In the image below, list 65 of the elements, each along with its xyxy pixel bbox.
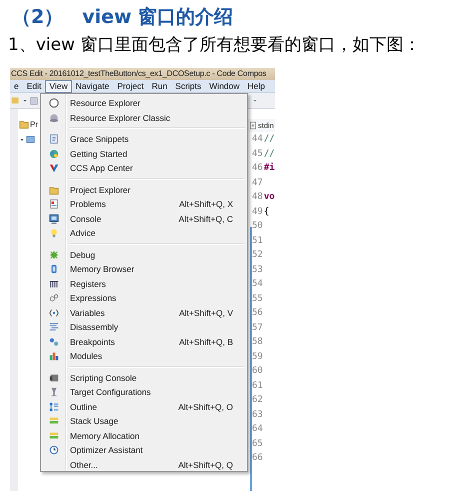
line-number: 54: [252, 278, 263, 291]
line-number: 49: [252, 206, 263, 218]
paragraph: 1、view 窗口里面包含了所有想要看的窗口，如下图：: [8, 35, 420, 55]
line-number: 45: [252, 148, 263, 160]
window-title: CCS Edit - 20161012_testTheButton/cs_ex1_DCOSetup.c - Code Compos: [10, 68, 275, 80]
line-number: 53: [252, 264, 263, 276]
menu-item[interactable]: Run: [148, 80, 172, 92]
menu-item[interactable]: Advice: [43, 226, 245, 240]
menu-item[interactable]: Resource Explorer: [43, 96, 245, 110]
menu-item[interactable]: Window: [205, 80, 244, 92]
line-number: 63: [252, 408, 263, 422]
menu-item[interactable]: Project Explorer: [43, 182, 245, 197]
line-number: 56: [252, 307, 263, 320]
menu-item[interactable]: Problems Alt+Shift+Q, X: [43, 197, 245, 212]
code-text: vo: [264, 191, 275, 204]
line-number: 62: [252, 394, 263, 407]
code-text: //: [264, 148, 275, 160]
menu-item[interactable]: Stack Usage: [43, 414, 245, 428]
menu-item[interactable]: Help: [244, 80, 269, 92]
line-number: 55: [252, 292, 263, 306]
menu-item[interactable]: Resource Explorer Classic: [43, 110, 245, 125]
code-text: {: [264, 206, 270, 218]
line-number: 50: [252, 220, 263, 233]
menu-item[interactable]: Scripting Console: [43, 370, 245, 385]
line-number: 46: [252, 162, 263, 175]
line-number: 65: [252, 438, 263, 450]
menu-item[interactable]: Expressions: [43, 291, 245, 306]
menu-item[interactable]: Edit: [22, 80, 46, 92]
menu-item[interactable]: Grace Snippets: [43, 132, 245, 146]
menu-item[interactable]: Outline Alt+Shift+Q, O: [43, 400, 245, 414]
line-number: 47: [252, 176, 263, 190]
code-text: #i: [264, 162, 275, 175]
line-number: 52: [252, 249, 263, 262]
menu-item[interactable]: Scripts: [171, 80, 206, 92]
menu-item[interactable]: Optimizer Assistant: [43, 443, 245, 458]
line-number: 60: [252, 365, 263, 378]
line-number: 61: [252, 380, 263, 392]
line-number: 57: [252, 322, 263, 334]
menu-item[interactable]: Getting Started: [43, 146, 245, 161]
menu-item[interactable]: Debug: [43, 248, 245, 262]
menu-item[interactable]: View: [45, 80, 72, 92]
line-number: 64: [252, 423, 263, 436]
line-number: 59: [252, 350, 263, 364]
menu-item[interactable]: Memory Browser: [43, 262, 245, 276]
line-number: 44: [252, 133, 263, 146]
menu-item[interactable]: Other... Alt+Shift+Q, Q: [43, 458, 245, 472]
menu-item[interactable]: e: [10, 80, 23, 92]
menu-item[interactable]: Memory Allocation: [43, 428, 245, 443]
menu-item[interactable]: Console Alt+Shift+Q, C: [43, 212, 245, 226]
line-number: 48: [252, 191, 263, 204]
menu-item[interactable]: Navigate: [72, 80, 114, 92]
menu-item[interactable]: Project: [113, 80, 148, 92]
menu-item[interactable]: Registers: [43, 276, 245, 291]
panel-label: Pr: [30, 120, 38, 128]
menu-item[interactable]: CCS App Center: [43, 161, 245, 176]
line-number: 66: [252, 452, 263, 465]
menu-item[interactable]: Disassembly: [43, 320, 245, 334]
menu-item[interactable]: Variables Alt+Shift+Q, V: [43, 306, 245, 320]
line-number: 51: [252, 234, 263, 248]
code-text: //: [264, 133, 275, 146]
menu-item[interactable]: Target Configurations: [43, 385, 245, 400]
menu-item[interactable]: Breakpoints Alt+Shift+Q, B: [43, 334, 245, 349]
section-heading: （2） view 窗口的介绍: [12, 6, 234, 28]
line-number: 58: [252, 336, 263, 349]
menu-item[interactable]: Modules: [43, 349, 245, 364]
